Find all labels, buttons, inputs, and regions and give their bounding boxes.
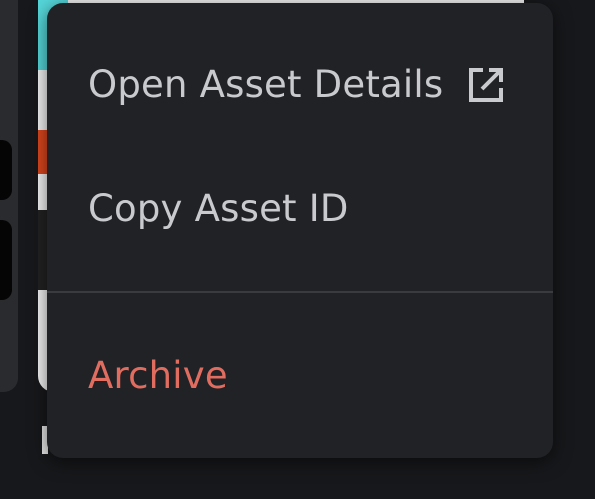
menu-item-archive[interactable]: Archive bbox=[47, 325, 553, 425]
menu-divider bbox=[47, 291, 553, 293]
thumbnail-shape bbox=[0, 220, 12, 300]
menu-item-label: Copy Asset ID bbox=[88, 186, 349, 230]
menu-item-label: Archive bbox=[88, 353, 228, 397]
thumbnail-shape bbox=[0, 140, 12, 200]
asset-thumbnail-left[interactable] bbox=[0, 0, 18, 392]
menu-item-open-asset-details[interactable]: Open Asset Details bbox=[47, 34, 553, 134]
external-link-icon bbox=[469, 68, 503, 102]
screen: Open Asset Details Copy Asset ID Archive bbox=[0, 0, 595, 499]
context-menu: Open Asset Details Copy Asset ID Archive bbox=[47, 3, 553, 458]
menu-item-copy-asset-id[interactable]: Copy Asset ID bbox=[47, 158, 553, 258]
menu-item-label: Open Asset Details bbox=[88, 62, 444, 106]
